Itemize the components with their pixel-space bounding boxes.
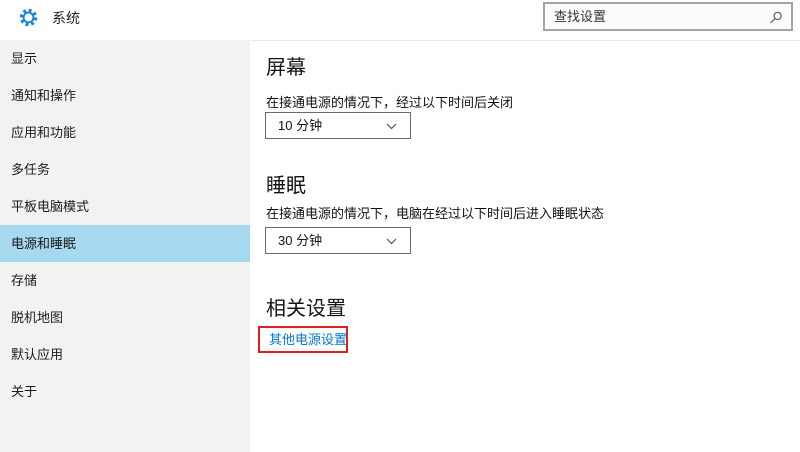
sidebar-item-tablet-mode[interactable]: 平板电脑模式 [0,188,250,225]
screen-timeout-value: 10 分钟 [278,118,323,133]
sidebar-item-multitasking[interactable]: 多任务 [0,151,250,188]
sidebar: 显示 通知和操作 应用和功能 多任务 平板电脑模式 电源和睡眠 存储 脱机地图 … [0,40,250,452]
header: 系统 [0,0,800,40]
search-box[interactable] [543,2,793,31]
red-highlight-annotation: 其他电源设置 [258,326,348,353]
sidebar-item-power-sleep[interactable]: 电源和睡眠 [0,225,250,262]
sleep-timeout-description: 在接通电源的情况下，电脑在经过以下时间后进入睡眠状态 [266,206,605,221]
sleep-timeout-dropdown[interactable]: 30 分钟 [265,227,411,254]
sidebar-item-notifications[interactable]: 通知和操作 [0,77,250,114]
search-input[interactable] [545,4,791,29]
sleep-timeout-value: 30 分钟 [278,233,323,248]
sidebar-item-storage[interactable]: 存储 [0,262,250,299]
chevron-down-icon [386,123,397,130]
additional-power-settings-link[interactable]: 其他电源设置 [269,328,347,351]
sidebar-item-default-apps[interactable]: 默认应用 [0,336,250,373]
chevron-down-icon [386,238,397,245]
sidebar-item-display[interactable]: 显示 [0,40,250,77]
page-title: 系统 [52,10,80,26]
sidebar-item-apps-features[interactable]: 应用和功能 [0,114,250,151]
screen-timeout-description: 在接通电源的情况下，经过以下时间后关闭 [266,95,514,110]
sleep-section-heading: 睡眠 [266,175,306,197]
search-icon[interactable] [769,11,783,25]
screen-timeout-dropdown[interactable]: 10 分钟 [265,112,411,139]
screen-section-heading: 屏幕 [266,57,306,79]
settings-gear-icon [19,8,38,27]
sidebar-item-offline-maps[interactable]: 脱机地图 [0,299,250,336]
sidebar-item-about[interactable]: 关于 [0,373,250,410]
related-settings-heading: 相关设置 [266,298,346,320]
